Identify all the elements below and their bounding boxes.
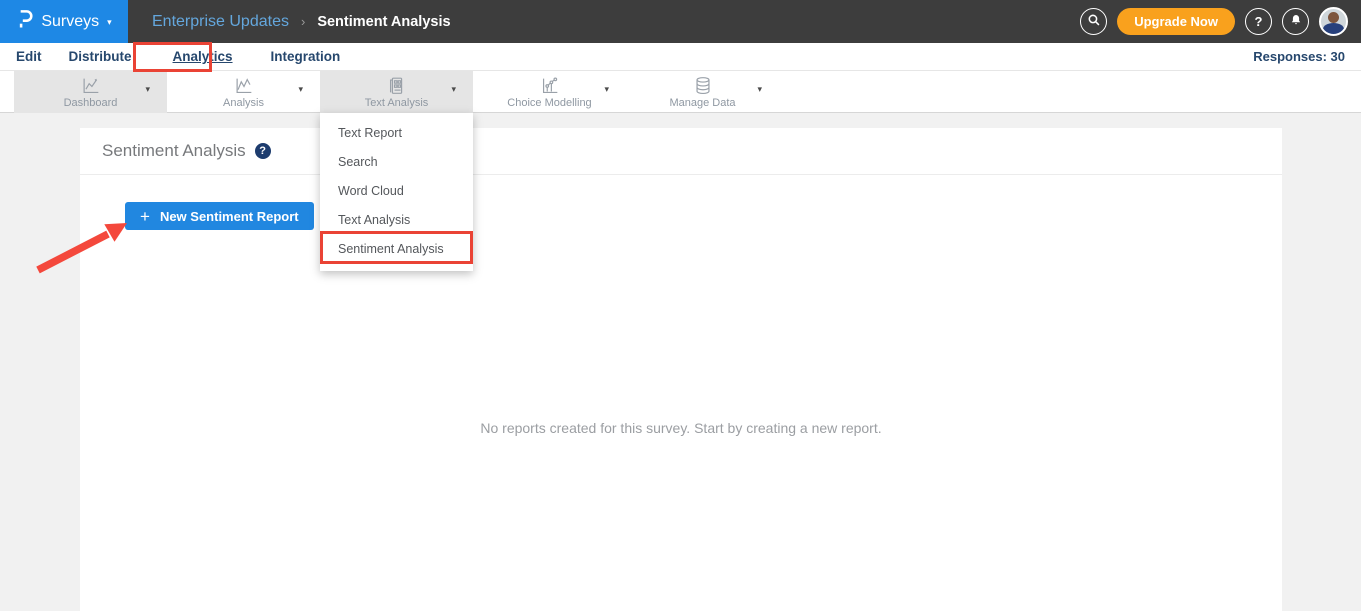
new-sentiment-report-button[interactable]: + New Sentiment Report (125, 202, 314, 230)
help-button[interactable]: ? (1245, 8, 1272, 35)
analytics-toolbar: ▾ Dashboard ▾ Analysis ▾ Text Analysis (0, 71, 1361, 113)
tab-label: Choice Modelling (507, 97, 591, 109)
panel-header: Sentiment Analysis ? (80, 128, 1282, 175)
chevron-down-icon: ▾ (107, 17, 112, 28)
product-switcher[interactable]: Surveys ▾ (0, 0, 128, 43)
notifications-button[interactable] (1282, 8, 1309, 35)
line-chart-icon (80, 74, 102, 97)
menu-item-sentiment-analysis[interactable]: Sentiment Analysis (320, 234, 473, 263)
chevron-down-icon[interactable]: ▾ (451, 84, 456, 95)
toolbar-tab-choice-modelling[interactable]: ▾ Choice Modelling (473, 71, 626, 113)
question-icon: ? (1255, 14, 1263, 29)
nav-item-analytics[interactable]: Analytics (173, 49, 233, 64)
chevron-down-icon[interactable]: ▾ (604, 84, 609, 95)
new-report-button-label: New Sentiment Report (160, 209, 299, 224)
nav-item-distribute[interactable]: Distribute (69, 49, 132, 64)
toolbar-tab-text-analysis[interactable]: ▾ Text Analysis (320, 71, 473, 113)
page-title: Sentiment Analysis (102, 141, 246, 161)
top-bar: Surveys ▾ Enterprise Updates › Sentiment… (0, 0, 1361, 43)
topbar-actions: Upgrade Now ? (1080, 7, 1361, 36)
breadcrumb-page-title: Sentiment Analysis (317, 14, 450, 30)
menu-item-search[interactable]: Search (320, 147, 473, 176)
text-report-icon (386, 74, 408, 97)
search-button[interactable] (1080, 8, 1107, 35)
upgrade-now-button[interactable]: Upgrade Now (1117, 8, 1235, 35)
nav-item-integration[interactable]: Integration (271, 49, 341, 64)
tab-label: Manage Data (669, 97, 735, 109)
bell-icon (1289, 13, 1303, 30)
toolbar-tab-manage-data[interactable]: ▾ Manage Data (626, 71, 779, 113)
menu-item-text-analysis[interactable]: Text Analysis (320, 205, 473, 234)
nav-item-edit[interactable]: Edit (16, 49, 42, 64)
survey-nav: Edit Distribute Analytics Integration Re… (0, 43, 1361, 71)
menu-item-word-cloud[interactable]: Word Cloud (320, 176, 473, 205)
product-label: Surveys (41, 13, 99, 31)
avatar-head (1328, 12, 1339, 23)
app-logo-icon (16, 8, 33, 35)
chevron-down-icon[interactable]: ▾ (757, 84, 762, 95)
text-analysis-dropdown-menu: Text Report Search Word Cloud Text Analy… (320, 113, 473, 271)
breadcrumb: Enterprise Updates › Sentiment Analysis (152, 13, 451, 31)
tab-label: Analysis (223, 97, 264, 109)
empty-state-message: No reports created for this survey. Star… (80, 420, 1282, 436)
scatter-chart-icon (539, 74, 561, 97)
search-icon (1087, 13, 1101, 30)
toolbar-tab-dashboard[interactable]: ▾ Dashboard (14, 71, 167, 113)
database-icon (692, 74, 714, 97)
toolbar-tab-analysis[interactable]: ▾ Analysis (167, 71, 320, 113)
tab-label: Text Analysis (365, 97, 429, 109)
trend-chart-icon (233, 74, 255, 97)
breadcrumb-separator: › (301, 14, 305, 29)
plus-icon: + (140, 208, 150, 225)
help-icon[interactable]: ? (255, 143, 271, 159)
sentiment-analysis-panel: Sentiment Analysis ? + New Sentiment Rep… (80, 128, 1282, 611)
chevron-down-icon[interactable]: ▾ (298, 84, 303, 95)
avatar[interactable] (1319, 7, 1348, 36)
avatar-shoulders (1323, 23, 1344, 35)
responses-count: Responses: 30 (1253, 49, 1361, 64)
menu-item-text-report[interactable]: Text Report (320, 118, 473, 147)
chevron-down-icon[interactable]: ▾ (145, 84, 150, 95)
breadcrumb-survey-name[interactable]: Enterprise Updates (152, 13, 289, 31)
tab-label: Dashboard (64, 97, 118, 109)
